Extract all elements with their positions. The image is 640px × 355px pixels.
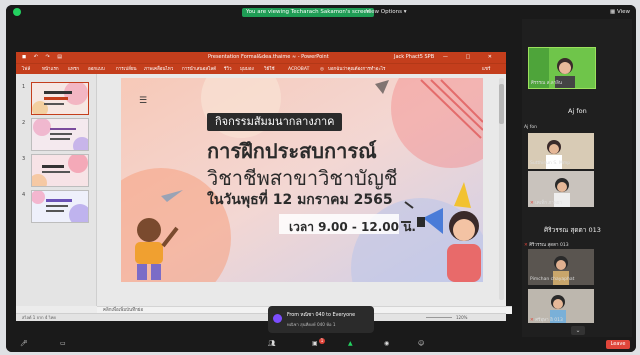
zoom-top-bar: You are viewing Techarach Sakamon's scre… [6,5,636,19]
security-shield-icon[interactable] [13,8,21,16]
ppt-status-bar: สไลด์ 1 จาก 4 ไทย 120% [16,313,506,321]
share-screen-icon[interactable]: ▲ [348,339,353,349]
zoom-level[interactable]: 120% [456,314,467,321]
chat-notification[interactable]: From หณิชา 040 to Everyone หณิชา สุนทียง… [268,306,374,333]
participant-name-big: ศิริวรรณ สุดตา 013 [544,226,601,234]
ppt-title-bar: ◼ ↶ ↷ ▤ Presentation Formal&dea.thaime ≈… [16,52,506,63]
participant-name: Aj fon [524,125,537,130]
view-button[interactable]: ▦ View [610,8,630,17]
slide-thumbnail-3[interactable] [31,154,89,187]
thumb-number: 2 [22,120,26,126]
zoom-bottom-toolbar: 🎤︎ ▭ 👥︎ ▣ 1 ▲ ◉ ☺ Leave [6,337,636,352]
participant-name-big: Aj fon [568,107,587,115]
thumb-number: 3 [22,156,26,162]
slide-editing-area: ☰ กิจกรรมสัมมนากลางภาค การฝึกประสบการณ์ … [97,74,506,306]
video-tile[interactable]: Sutthinun S. Mmp [528,133,594,169]
participant-name: ✕ ศรีอุษา อิ 013 [530,318,563,323]
thumbnail-2-art [32,119,88,150]
chat-icon[interactable]: ▣ [312,339,318,349]
slide-counter: สไลด์ 1 จาก 4 ไทย [22,315,56,320]
slide-date: ในวันพุธที่ 12 มกราคม 2565 [207,192,393,208]
view-options-button[interactable]: View Options ▾ [366,8,407,17]
zoom-slider[interactable] [426,317,452,318]
window-controls[interactable]: — □ ✕ [443,52,500,63]
microphone-icon[interactable]: 🎤︎ [20,339,28,349]
participant-name: ศิรรรณ ส.ลาลิน [531,81,563,86]
slide-kicker: กิจกรรมสัมมนากลางภาค [207,113,343,131]
record-icon[interactable]: ◉ [384,339,389,349]
user-name: Jack Phact5 SPB [394,54,435,60]
slide-time: เวลา 9.00 - 12.00 น. [289,220,416,234]
vertical-scrollbar[interactable] [499,78,504,300]
chat-sender: From หณิชา 040 to Everyone [287,313,356,318]
video-tile[interactable]: Pimchan chayaphat [528,249,594,285]
participants-icon[interactable]: 👥︎ [268,339,276,349]
participants-panel: ศิรรรณ ส.ลาลิน Aj fon Aj fon Sutthinun S… [522,19,632,337]
thumb-number: 4 [22,192,26,198]
slide-thumbnail-1[interactable] [31,82,89,115]
slide-thumbnail-4[interactable] [31,190,89,223]
chat-badge: 1 [319,338,325,344]
reactions-icon[interactable]: ☺ [418,339,424,349]
video-tile[interactable]: ✕ ศรีอุษา อิ 013 [528,289,594,323]
participant-name: Pimchan chayaphat [530,277,575,282]
video-camera-icon[interactable]: ▭ [60,339,66,349]
document-title: Presentation Formal&dea.thaime ≈ - Power… [208,54,329,60]
zoom-window: You are viewing Techarach Sakamon's scre… [6,5,636,352]
participant-name: ✕ ศิริวรรณ สุดตา 013 [524,243,569,248]
slide-thumbnails-pane: 1 2 3 4 [16,74,97,306]
chat-message: หณิชา สุนทียงษ์ 040 ห้อ 1 [287,322,336,327]
thumbnail-4-art [32,191,88,222]
quick-access-icons[interactable]: ◼ ↶ ↷ ▤ [22,52,65,63]
participant-name: Sutthinun S. Mmp [530,161,571,166]
screen-share-banner: You are viewing Techarach Sakamon's scre… [242,8,375,17]
thumbnail-3-art [32,155,88,186]
grid-icon: ▦ [609,9,617,15]
avatar [273,314,282,323]
video-tile[interactable]: ✕ เคเท็ก ภาพยา [528,171,594,207]
chevron-down-icon[interactable]: ⌄ [571,326,585,335]
view-label: View [616,9,630,15]
participant-name: ✕ เคเท็ก ภาพยา [530,201,563,206]
thumb-number: 1 [22,84,26,90]
thumbnail-1-art [32,83,88,114]
slide-thumbnail-2[interactable] [31,118,89,151]
video-tile-active[interactable]: ศิรรรณ ส.ลาลิน [528,47,596,89]
leave-button[interactable]: Leave [606,340,630,349]
menu-icon: ☰ [139,96,148,106]
current-slide[interactable]: ☰ กิจกรรมสัมมนากลางภาค การฝึกประสบการณ์ … [121,78,483,282]
powerpoint-window: ◼ ↶ ↷ ▤ Presentation Formal&dea.thaime ≈… [16,52,512,321]
